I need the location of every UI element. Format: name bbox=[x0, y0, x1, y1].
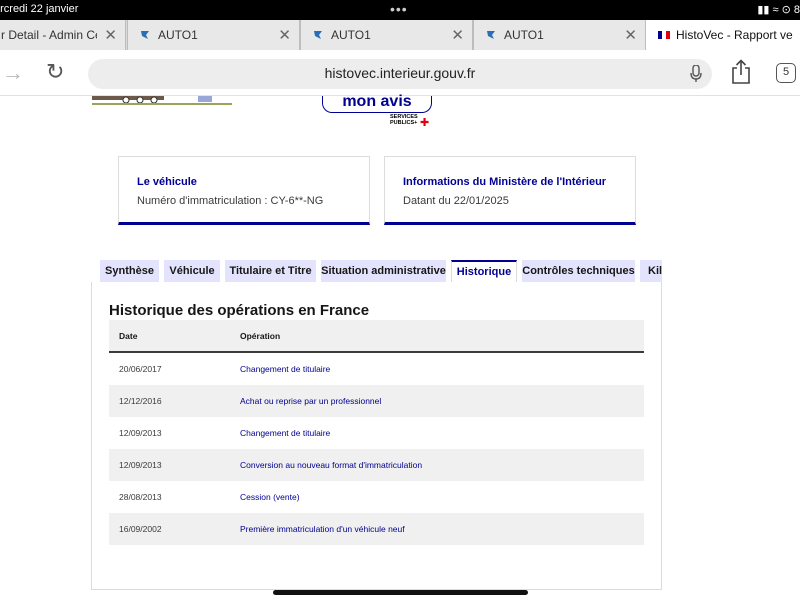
tab-kilometrage[interactable]: Kilo bbox=[640, 260, 662, 282]
tab-controles-techniques[interactable]: Contrôles techniques bbox=[522, 260, 635, 282]
row-date: 12/09/2013 bbox=[119, 460, 162, 470]
mon-avis-button[interactable]: mon avis bbox=[322, 94, 432, 113]
tab-count-button[interactable]: 5 bbox=[776, 63, 796, 83]
history-title: Historique des opérations en France bbox=[109, 302, 370, 319]
column-header-date: Date bbox=[119, 331, 138, 341]
row-operation: Achat ou reprise par un professionnel bbox=[240, 396, 382, 406]
auto1-favicon-icon bbox=[487, 31, 495, 39]
row-date: 20/06/2017 bbox=[119, 364, 162, 374]
browser-tab-title: AUTO1 bbox=[158, 28, 198, 42]
close-icon[interactable]: ✕ bbox=[104, 26, 117, 44]
table-header: Date Opération bbox=[109, 320, 644, 353]
browser-tab-admin[interactable]: r Detail - Admin Ce ✕ bbox=[0, 20, 126, 50]
tab-historique[interactable]: Historique bbox=[451, 260, 517, 284]
browser-tab-auto1[interactable]: AUTO1 ✕ bbox=[473, 20, 646, 50]
data-date: Datant du 22/01/2025 bbox=[403, 195, 509, 207]
column-header-operation: Opération bbox=[240, 331, 281, 341]
row-date: 28/08/2013 bbox=[119, 492, 162, 502]
address-bar[interactable]: histovec.interieur.gouv.fr bbox=[88, 59, 712, 89]
row-operation: Cession (vente) bbox=[240, 492, 300, 502]
row-operation: Changement de titulaire bbox=[240, 428, 331, 438]
status-bar: ercredi 22 janvier ••• ▮▮ ≈ ⊙ 8 bbox=[0, 0, 800, 20]
ministry-card-title: Informations du Ministère de l'Intérieur bbox=[403, 176, 607, 188]
browser-tab-auto1[interactable]: AUTO1 ✕ bbox=[127, 20, 300, 50]
table-row: 12/09/2013 Conversion au nouveau format … bbox=[109, 449, 644, 481]
browser-tab-title: HistoVec - Rapport ve bbox=[676, 28, 793, 42]
services-publics-plus-icon: ✚ bbox=[420, 117, 430, 129]
row-date: 12/09/2013 bbox=[119, 428, 162, 438]
table-row: 20/06/2017 Changement de titulaire bbox=[109, 353, 644, 385]
status-time: ercredi 22 janvier bbox=[0, 3, 79, 15]
vehicle-card: Le véhicule Numéro d'immatriculation : C… bbox=[118, 156, 370, 225]
close-icon[interactable]: ✕ bbox=[624, 26, 637, 44]
vehicle-illustration-icon bbox=[92, 96, 232, 105]
browser-tab-title: AUTO1 bbox=[331, 28, 371, 42]
table-row: 16/09/2002 Première immatriculation d'un… bbox=[109, 513, 644, 545]
url-text: histovec.interieur.gouv.fr bbox=[324, 65, 476, 81]
status-icons: ▮▮ ≈ ⊙ 8 bbox=[757, 4, 800, 16]
vehicle-card-title: Le véhicule bbox=[137, 176, 197, 188]
history-table: Date Opération 20/06/2017 Changement de … bbox=[109, 320, 644, 545]
browser-tab-strip: r Detail - Admin Ce ✕ AUTO1 ✕ AUTO1 ✕ AU… bbox=[0, 20, 800, 50]
browser-tab-histovec[interactable]: HistoVec - Rapport ve bbox=[646, 20, 800, 50]
browser-tab-title: AUTO1 bbox=[504, 28, 544, 42]
tab-vehicule[interactable]: Véhicule bbox=[164, 260, 220, 282]
tab-situation-administrative[interactable]: Situation administrative bbox=[321, 260, 446, 282]
auto1-favicon-icon bbox=[314, 31, 322, 39]
row-operation: Première immatriculation d'un véhicule n… bbox=[240, 524, 405, 534]
registration-number: Numéro d'immatriculation : CY-6**-NG bbox=[137, 195, 324, 207]
browser-tab-title: r Detail - Admin Ce bbox=[1, 28, 97, 42]
row-operation: Conversion au nouveau format d'immatricu… bbox=[240, 460, 423, 470]
multitask-dots[interactable]: ••• bbox=[390, 1, 408, 17]
close-icon[interactable]: ✕ bbox=[451, 26, 464, 44]
home-indicator[interactable] bbox=[273, 590, 528, 595]
table-row: 12/12/2016 Achat ou reprise par un profe… bbox=[109, 385, 644, 417]
row-date: 16/09/2002 bbox=[119, 524, 162, 534]
browser-toolbar: → ↻ histovec.interieur.gouv.fr 5 bbox=[0, 50, 800, 96]
row-date: 12/12/2016 bbox=[119, 396, 162, 406]
ministry-card: Informations du Ministère de l'Intérieur… bbox=[384, 156, 636, 225]
row-operation: Changement de titulaire bbox=[240, 364, 331, 374]
tab-titulaire-et-titre[interactable]: Titulaire et Titre bbox=[225, 260, 316, 282]
reload-icon[interactable]: ↻ bbox=[46, 59, 64, 85]
tab-synthese[interactable]: Synthèse bbox=[100, 260, 159, 282]
microphone-icon[interactable] bbox=[690, 65, 702, 83]
french-flag-icon bbox=[658, 31, 670, 39]
table-row: 12/09/2013 Changement de titulaire bbox=[109, 417, 644, 449]
table-row: 28/08/2013 Cession (vente) bbox=[109, 481, 644, 513]
browser-tab-auto1[interactable]: AUTO1 ✕ bbox=[300, 20, 473, 50]
close-icon[interactable]: ✕ bbox=[278, 26, 291, 44]
forward-arrow-icon[interactable]: → bbox=[2, 60, 24, 86]
page: ercredi 22 janvier ••• ▮▮ ≈ ⊙ 8 r Detail… bbox=[0, 0, 800, 600]
auto1-favicon-icon bbox=[141, 31, 149, 39]
share-icon[interactable] bbox=[730, 59, 752, 85]
